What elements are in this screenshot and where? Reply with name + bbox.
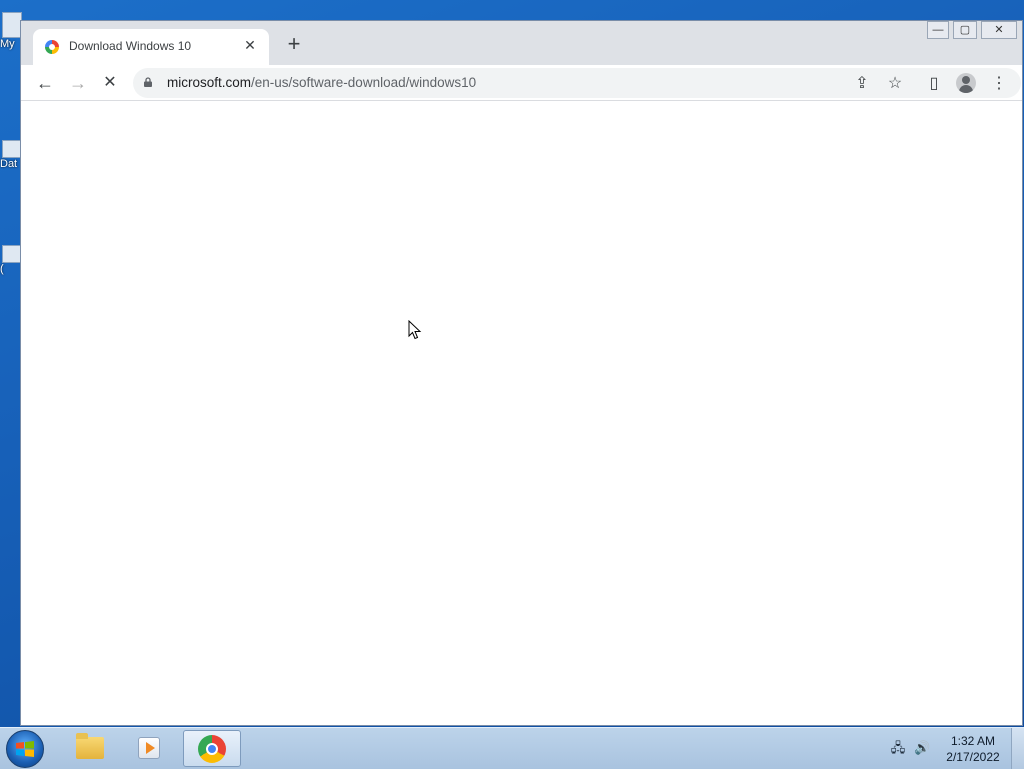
microsoft-favicon-icon (45, 40, 59, 54)
tab-download-windows[interactable]: Download Windows 10 ✕ (33, 29, 269, 65)
chrome-icon (198, 735, 226, 763)
browser-window: Download Windows 10 ✕ + — ▢ ✕ ← → ✕ micr… (20, 20, 1023, 726)
desktop-icon-data[interactable]: Dat (0, 140, 22, 170)
taskbar-clock[interactable]: 1:32 AM 2/17/2022 (940, 733, 1006, 765)
window-close-button[interactable]: ✕ (981, 21, 1017, 39)
file-icon (2, 140, 22, 158)
address-bar[interactable]: microsoft.com/en-us/software-download/wi… (133, 68, 1021, 98)
tab-close-button[interactable]: ✕ (241, 37, 259, 54)
clock-date: 2/17/2022 (946, 750, 1000, 764)
share-icon[interactable]: ⇪ (851, 73, 873, 95)
bookmark-star-icon[interactable]: ☆ (884, 73, 906, 95)
maximize-button[interactable]: ▢ (953, 21, 977, 39)
back-button[interactable]: ← (33, 71, 57, 95)
side-panel-icon[interactable]: ▯ (923, 73, 945, 95)
file-icon (2, 245, 22, 263)
network-icon[interactable]: 🖧 (890, 740, 906, 756)
taskbar: 🖧 🔊 1:32 AM 2/17/2022 (0, 727, 1024, 769)
desktop-icon-computer[interactable]: My (0, 12, 22, 50)
desktop-icon-label: My (0, 38, 15, 50)
tab-title: Download Windows 10 (69, 39, 192, 53)
windows-logo-icon (16, 741, 34, 757)
desktop-icon-other[interactable]: ( (0, 245, 22, 275)
show-desktop-button[interactable] (1011, 728, 1024, 769)
taskbar-media-player[interactable] (120, 730, 178, 767)
new-tab-button[interactable]: + (283, 33, 305, 55)
url-domain: microsoft.com (167, 75, 252, 90)
volume-icon[interactable]: 🔊 (914, 740, 930, 756)
taskbar-explorer[interactable] (60, 730, 118, 767)
menu-kebab-icon[interactable]: ⋮ (988, 73, 1010, 95)
browser-toolbar: ← → ✕ microsoft.com/en-us/software-downl… (21, 65, 1022, 101)
clock-time: 1:32 AM (950, 734, 996, 748)
minimize-button[interactable]: — (927, 21, 949, 39)
mouse-cursor-icon (408, 320, 422, 340)
computer-icon (2, 12, 22, 38)
url-text: microsoft.com/en-us/software-download/wi… (167, 75, 476, 90)
lock-icon (144, 77, 152, 87)
desktop-icon-label: Dat (0, 158, 18, 170)
url-path: /en-us/software-download/windows10 (251, 75, 477, 90)
desktop-icon-label: ( (0, 263, 4, 275)
profile-avatar-icon[interactable] (956, 73, 976, 93)
folder-icon (76, 733, 104, 759)
taskbar-chrome[interactable] (183, 730, 241, 767)
page-content-blank (21, 101, 1022, 725)
media-player-icon (138, 737, 160, 759)
tab-strip: Download Windows 10 ✕ + — ▢ ✕ (21, 21, 1022, 65)
forward-button[interactable]: → (66, 71, 90, 95)
start-button[interactable] (6, 730, 44, 768)
stop-loading-button[interactable]: ✕ (98, 71, 122, 95)
